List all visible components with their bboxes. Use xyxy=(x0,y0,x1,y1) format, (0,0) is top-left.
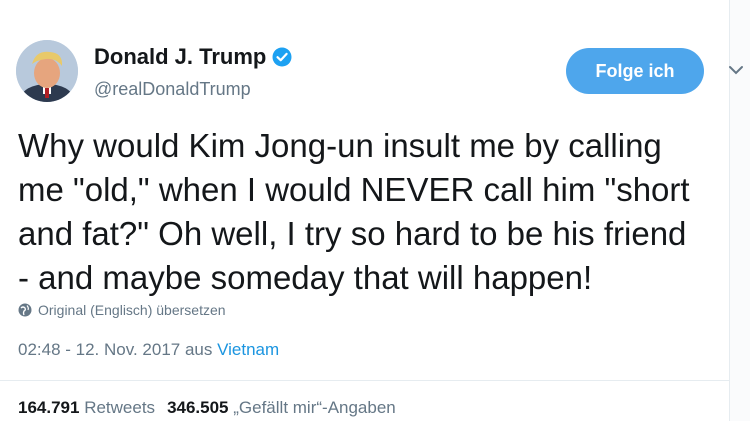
avatar[interactable] xyxy=(16,40,78,102)
follow-button[interactable]: Folge ich xyxy=(566,48,704,94)
location-link[interactable]: Vietnam xyxy=(217,340,279,359)
translate-label[interactable]: Original (Englisch) übersetzen xyxy=(38,302,226,318)
globe-icon xyxy=(18,303,32,317)
retweets-count: 164.791 xyxy=(18,398,80,417)
tweet-meta: 02:48 - 12. Nov. 2017 aus Vietnam xyxy=(18,340,279,360)
retweets-label: Retweets xyxy=(84,398,156,417)
chevron-down-icon[interactable] xyxy=(728,64,744,76)
divider xyxy=(0,380,730,381)
retweets-stat[interactable]: 164.791 Retweets xyxy=(18,398,155,418)
tweet-stats: 164.791 Retweets 346.505 „Gefällt mir“-A… xyxy=(18,398,396,418)
tweet-timestamp[interactable]: 02:48 - 12. Nov. 2017 aus xyxy=(18,340,217,359)
author-handle[interactable]: @realDonaldTrump xyxy=(94,79,251,100)
tweet-text: Why would Kim Jong-un insult me by calli… xyxy=(18,127,690,296)
author-display-name[interactable]: Donald J. Trump xyxy=(94,44,266,70)
verified-badge-icon xyxy=(272,47,292,67)
likes-stat[interactable]: 346.505 „Gefällt mir“-Angaben xyxy=(167,398,396,418)
author-name-row[interactable]: Donald J. Trump xyxy=(94,44,292,70)
likes-label: „Gefällt mir“-Angaben xyxy=(233,398,396,417)
tweet-card: Donald J. Trump @realDonaldTrump Folge i… xyxy=(0,0,750,421)
translate-link[interactable]: Original (Englisch) übersetzen xyxy=(18,302,226,318)
likes-count: 346.505 xyxy=(167,398,229,417)
avatar-image xyxy=(16,40,78,102)
